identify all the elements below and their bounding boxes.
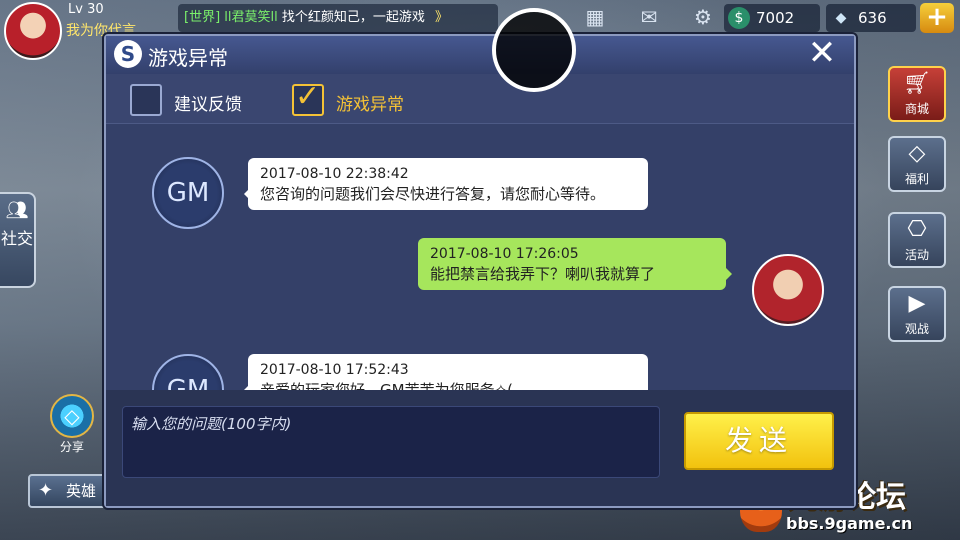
- share-diamond-icon: ◇: [50, 394, 94, 438]
- dialog-title: 游戏异常: [148, 46, 228, 70]
- diamond-icon: ◆: [835, 10, 847, 26]
- compose-panel: 输入您的问题(100字内) 发送: [106, 390, 854, 506]
- world-chat-ticker[interactable]: [世界] ll君莫笑ll 找个红颜知己，一起游戏 》: [178, 4, 498, 32]
- chat-message-player: 2017-08-10 17:26:05 能把禁言给我弄下？喇叭我就算了: [418, 238, 732, 290]
- events-label: 活动: [904, 248, 929, 262]
- shop-button[interactable]: 🛒︎ 商城: [888, 66, 946, 122]
- hero-label: 英雄: [66, 482, 97, 500]
- gm-avatar: GM: [152, 354, 224, 390]
- coin-icon: $: [728, 7, 750, 29]
- world-chat-tag: [世界]: [184, 10, 221, 25]
- watermark-url: bbs.9game.cn: [786, 514, 913, 533]
- share-button[interactable]: ◇ 分享: [46, 394, 98, 454]
- close-button[interactable]: ✕: [802, 36, 842, 72]
- cart-icon: 🛒︎: [903, 71, 931, 96]
- gear-icon[interactable]: ⚙: [688, 2, 718, 32]
- diamond-icon: ◇: [908, 141, 926, 166]
- player-avatar[interactable]: [4, 2, 62, 60]
- question-input[interactable]: 输入您的问题(100字内): [122, 406, 660, 478]
- chat-message-gm: 2017-08-10 22:38:42 您咨询的问题我们会尽快进行答复，请您耐心…: [244, 158, 648, 210]
- feedback-dialog: S 游戏异常 ✕ 建议反馈 ✓ 游戏异常 GM 2017-08-10 22:38…: [104, 34, 856, 508]
- loading-spinner: [492, 8, 576, 92]
- social-button[interactable]: 👥︎ 社交: [0, 192, 36, 288]
- checkmark-icon: ✓: [295, 79, 321, 114]
- chat-message-gm: 2017-08-10 17:52:43 亲爱的玩家您好，GM茉茉为您服务✧(: [244, 354, 648, 390]
- message-text: 能把禁言给我弄下？喇叭我就算了: [430, 265, 656, 283]
- chat-history[interactable]: GM 2017-08-10 22:38:42 您咨询的问题我们会尽快进行答复，请…: [106, 124, 854, 390]
- hero-tab[interactable]: ✦ 英雄: [28, 474, 108, 508]
- gm-avatar: GM: [152, 157, 224, 229]
- events-button[interactable]: ⎔ 活动: [888, 212, 946, 268]
- calendar-icon[interactable]: ▦: [580, 2, 610, 32]
- play-icon: ▶: [908, 291, 926, 316]
- category-tabs: 建议反馈 ✓ 游戏异常: [106, 74, 854, 124]
- top-hud: Lv 30 我为你代言 [世界] ll君莫笑ll 找个红颜知己，一起游戏 》 ▦…: [0, 0, 960, 60]
- mail-icon[interactable]: ✉: [634, 2, 664, 32]
- player-level: Lv 30: [68, 2, 104, 17]
- add-currency-button[interactable]: +: [920, 3, 954, 33]
- shop-label: 商城: [904, 102, 929, 116]
- coin-amount: 7002: [756, 9, 795, 27]
- share-label: 分享: [59, 440, 84, 454]
- spectate-button[interactable]: ▶ 观战: [888, 286, 946, 342]
- social-label: 社交: [0, 229, 33, 248]
- welfare-label: 福利: [904, 172, 929, 186]
- spectate-label: 观战: [904, 322, 929, 336]
- message-timestamp: 2017-08-10 17:26:05: [430, 246, 579, 262]
- message-text: 您咨询的问题我们会尽快进行答复，请您耐心等待。: [260, 185, 606, 203]
- message-timestamp: 2017-08-10 22:38:42: [260, 166, 409, 182]
- diamond-balance: ◆ 636: [826, 4, 916, 32]
- message-timestamp: 2017-08-10 17:52:43: [260, 362, 409, 378]
- world-chat-message: 找个红颜知己，一起游戏: [281, 10, 425, 25]
- coin-balance: $ 7002: [724, 4, 820, 32]
- world-chat-more-icon[interactable]: 》: [435, 10, 448, 25]
- player-chat-avatar: [752, 254, 824, 326]
- dialog-header: S 游戏异常 ✕: [106, 36, 854, 74]
- tab-game-issue-label: 游戏异常: [336, 95, 404, 115]
- people-icon: 👥︎: [5, 200, 29, 221]
- game-logo-icon: S: [114, 40, 142, 68]
- diamond-amount: 636: [858, 9, 887, 27]
- send-button[interactable]: 发送: [684, 412, 834, 470]
- welfare-button[interactable]: ◇ 福利: [888, 136, 946, 192]
- gift-icon: ⎔: [907, 217, 927, 242]
- message-text: 亲爱的玩家您好，GM茉茉为您服务✧(: [260, 381, 513, 390]
- checkbox-suggestion[interactable]: [130, 84, 162, 116]
- hero-icon: ✦: [38, 480, 54, 501]
- world-chat-sender: ll君莫笑ll: [224, 10, 278, 25]
- tab-suggestion-label: 建议反馈: [174, 95, 242, 115]
